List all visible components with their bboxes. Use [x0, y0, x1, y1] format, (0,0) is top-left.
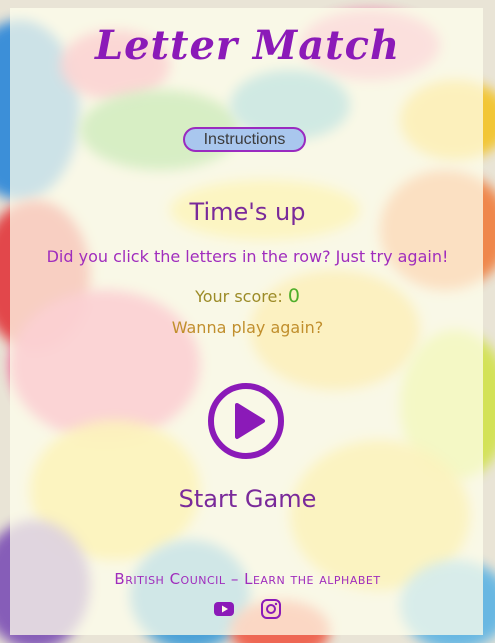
status-title: Time's up	[189, 198, 306, 226]
start-game-button[interactable]: Start Game	[0, 485, 495, 513]
youtube-icon[interactable]	[213, 599, 235, 619]
footer-credit: British Council – Learn the alphabet	[114, 570, 381, 588]
instagram-icon[interactable]	[260, 599, 282, 619]
score-value: 0	[287, 285, 300, 307]
game-title: Letter Match	[94, 22, 401, 69]
instructions-button[interactable]: Instructions	[183, 127, 306, 152]
score-label: Your score:	[195, 287, 283, 306]
play-icon[interactable]	[206, 381, 286, 461]
score-line: Your score: 0	[0, 285, 495, 307]
hint-text: Did you click the letters in the row? Ju…	[46, 247, 449, 266]
play-again-text: Wanna play again?	[171, 318, 324, 337]
